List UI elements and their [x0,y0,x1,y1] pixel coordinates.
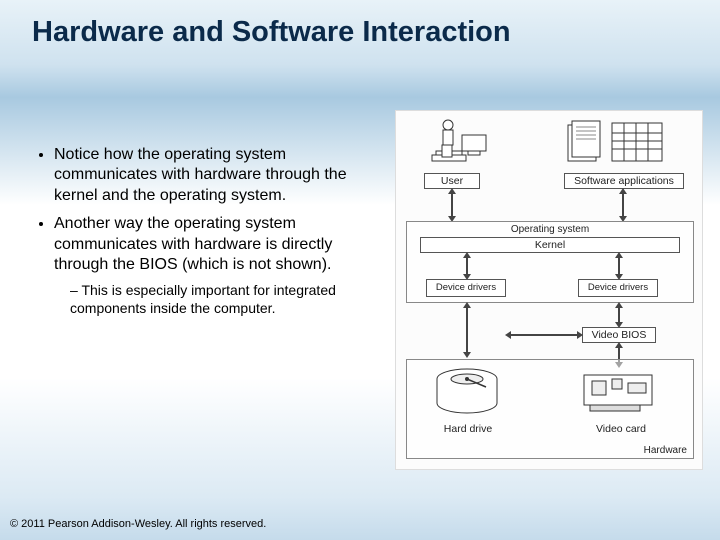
arrow-dd-vbios [618,307,620,323]
user-icon [428,117,498,171]
arrow-kernel-dd-left [466,257,468,275]
copyright: © 2011 Pearson Addison-Wesley. All right… [10,518,266,530]
hard-drive-icon [432,367,502,419]
video-card-label: Video card [586,423,656,435]
bullet-1: Notice how the operating system communic… [54,145,372,206]
subbullet-1: This is especially important for integra… [70,282,372,318]
body-text: Notice how the operating system communic… [32,145,372,326]
arrow-software-os [622,193,624,217]
user-label-box: User [424,173,480,189]
bullet-2-text: Another way the operating system communi… [54,215,332,273]
video-card-icon [580,369,660,419]
hardware-group-label: Hardware [407,445,693,456]
arrow-kernel-dd-right [618,257,620,275]
hard-drive-label: Hard drive [426,423,510,435]
arrow-dd-hdd [466,307,468,353]
arrow-dd-vbios-horz [510,334,578,336]
bullet-2: Another way the operating system communi… [54,214,372,317]
documents-icon [566,119,666,169]
device-drivers-right-box: Device drivers [578,279,658,297]
kernel-box: Kernel [420,237,680,253]
video-bios-box: Video BIOS [582,327,656,343]
software-label-box: Software applications [564,173,684,189]
os-group-label: Operating system [407,224,693,235]
device-drivers-left-box: Device drivers [426,279,506,297]
slide-title: Hardware and Software Interaction [32,16,700,49]
architecture-diagram: User Software applications Operating sys… [395,110,703,470]
arrow-user-os [451,193,453,217]
